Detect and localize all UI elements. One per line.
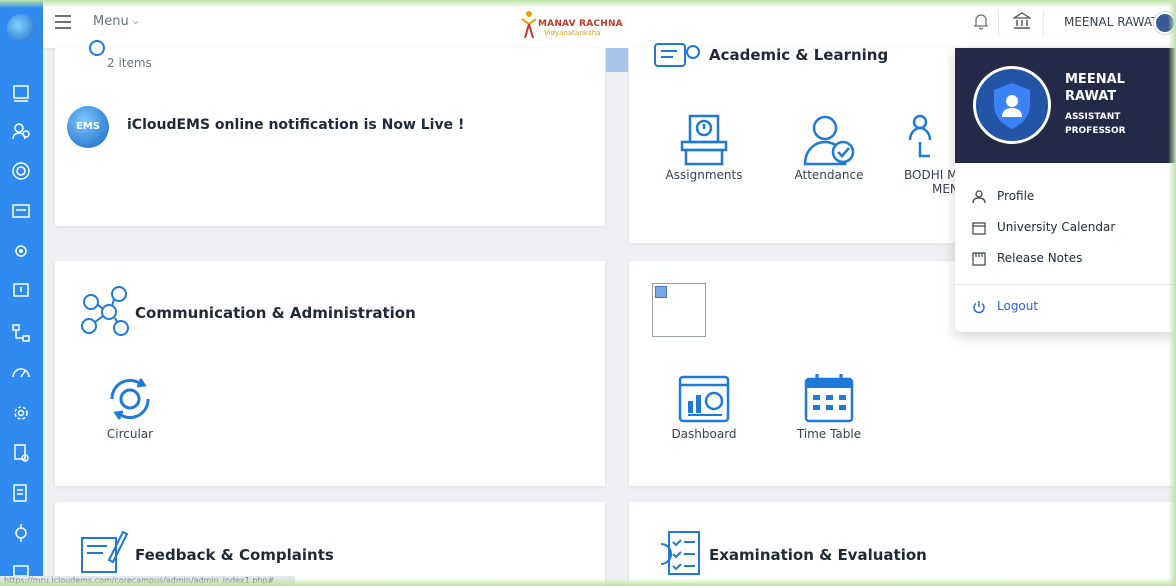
menu-item-label: Profile xyxy=(997,189,1035,203)
profile-name: MEENAL RAWAT xyxy=(1065,72,1125,104)
circular-tile[interactable]: Circular xyxy=(85,371,175,441)
notification-icon xyxy=(89,40,105,56)
sidebar-item-alert-icon[interactable] xyxy=(10,280,32,302)
brand-subtitle: Vidyanatariksha xyxy=(544,29,601,37)
feedback-complaints-card: Feedback & Complaints xyxy=(55,502,605,586)
attendance-tile[interactable]: Attendance xyxy=(784,112,874,182)
power-icon xyxy=(973,300,985,313)
avatar[interactable] xyxy=(1154,12,1176,34)
sidebar-item-users-icon[interactable] xyxy=(10,120,32,142)
menu-dropdown[interactable]: Menu xyxy=(93,14,129,29)
time-table-tile[interactable]: Time Table xyxy=(784,371,874,441)
chevron-down-icon[interactable]: ⌄ xyxy=(131,14,140,27)
card-title: Communication & Administration xyxy=(135,304,416,322)
user-icon xyxy=(972,189,986,203)
tile-label: Attendance xyxy=(794,168,864,182)
menu-item-label: Release Notes xyxy=(997,251,1083,265)
calendar-icon xyxy=(972,221,986,235)
icloudems-logo: EMS xyxy=(67,106,109,148)
profile-avatar xyxy=(973,66,1051,144)
sidebar-item-card-icon[interactable] xyxy=(10,200,32,222)
tile-label: Assignments xyxy=(665,168,743,182)
tile-label: Circular xyxy=(106,427,154,441)
menu-item-profile[interactable]: Profile xyxy=(971,189,1034,204)
notifications-card: 2 items EMS iCloudEMS online notificatio… xyxy=(55,40,605,226)
assignments-tile[interactable]: Assignments xyxy=(659,112,749,182)
notes-icon xyxy=(972,251,986,266)
examination-icon xyxy=(660,531,700,575)
calendar-icon xyxy=(804,374,854,423)
dashboard-tile[interactable]: Dashboard xyxy=(659,371,749,441)
institution-icon[interactable] xyxy=(1013,12,1031,30)
sidebar-item-report-icon[interactable] xyxy=(10,482,32,504)
divider xyxy=(955,284,1176,285)
sidebar-item-tree-icon[interactable] xyxy=(10,322,32,344)
notification-text[interactable]: iCloudEMS online notification is Now Liv… xyxy=(127,117,464,133)
sidebar-item-home-icon[interactable] xyxy=(10,82,32,104)
communication-administration-card: Communication & Administration Circular xyxy=(55,261,605,486)
scroll-indicator xyxy=(606,48,628,72)
bodhi-icon xyxy=(908,114,932,158)
top-navbar: Menu ⌄ MANAV RACHNA Vidyanatariksha MEEN… xyxy=(43,0,1176,48)
brand-figure-icon xyxy=(521,11,537,39)
examination-evaluation-card: Examination & Evaluation xyxy=(629,502,1176,586)
card-title: Academic & Learning xyxy=(709,46,889,64)
username-label[interactable]: MEENAL RAWAT xyxy=(1064,15,1158,29)
logout-label: Logout xyxy=(997,299,1039,313)
divider xyxy=(998,10,999,36)
sidebar-item-circle-icon[interactable] xyxy=(10,160,32,182)
tile-label: Time Table xyxy=(796,427,862,441)
items-count: 2 items xyxy=(107,56,152,70)
card-title: Feedback & Complaints xyxy=(135,546,334,564)
hamburger-menu-icon[interactable] xyxy=(55,15,71,29)
communication-network-icon xyxy=(81,286,129,336)
assignments-icon xyxy=(680,114,728,166)
menu-item-label: University Calendar xyxy=(997,220,1116,234)
sidebar-item-gear-icon[interactable] xyxy=(10,240,32,262)
sidebar-item-gauge-icon[interactable] xyxy=(10,362,32,384)
status-url-bar: https://mru.icloudems.com/corecampus/adm… xyxy=(0,576,295,586)
tile-label: Dashboard xyxy=(671,427,737,441)
logout-button[interactable]: Logout xyxy=(971,299,1038,314)
academic-learning-icon xyxy=(654,43,700,67)
sidebar xyxy=(0,0,43,586)
card-title: Examination & Evaluation xyxy=(709,546,927,564)
divider xyxy=(1043,10,1044,36)
shield-user-icon xyxy=(994,83,1030,129)
feedback-icon xyxy=(81,530,129,573)
dashboard-icon xyxy=(678,375,730,423)
notification-bell-icon[interactable] xyxy=(973,12,989,30)
sidebar-item-settings-icon[interactable] xyxy=(10,402,32,424)
profile-dropdown: MEENAL RAWAT ASSISTANT PROFESSOR Profile… xyxy=(955,48,1176,332)
broken-image-placeholder xyxy=(652,283,706,337)
profile-header: MEENAL RAWAT ASSISTANT PROFESSOR xyxy=(955,48,1176,163)
sidebar-item-docs-icon[interactable] xyxy=(10,442,32,464)
menu-item-release-notes[interactable]: Release Notes xyxy=(971,251,1082,266)
circular-icon xyxy=(110,378,150,420)
app-logo[interactable] xyxy=(7,14,35,42)
brand-title: MANAV RACHNA xyxy=(538,19,623,29)
sidebar-item-cog-icon[interactable] xyxy=(10,522,32,544)
profile-role: ASSISTANT PROFESSOR xyxy=(1065,112,1126,136)
menu-item-university-calendar[interactable]: University Calendar xyxy=(971,220,1115,235)
attendance-icon xyxy=(803,115,855,166)
